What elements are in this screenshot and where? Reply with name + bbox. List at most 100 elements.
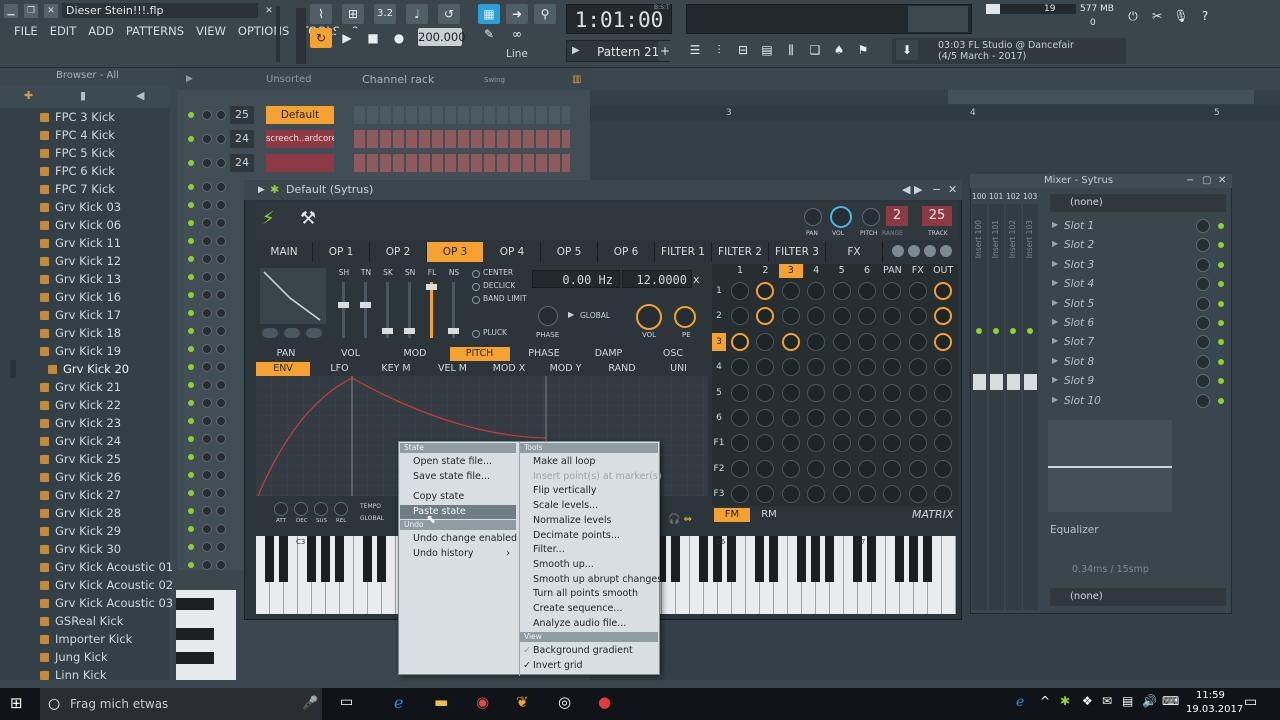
channel-name[interactable]: screech..ardcore (266, 130, 334, 148)
matrix-knob[interactable] (781, 459, 800, 478)
browser-item[interactable]: Grv Kick 25 (40, 450, 121, 468)
search-icon[interactable] (908, 245, 920, 257)
matrix-col-out[interactable]: OUT (931, 264, 955, 278)
matrix-knob[interactable] (832, 485, 851, 504)
rack-side-led[interactable] (188, 544, 194, 550)
matrix-knob[interactable] (883, 409, 902, 427)
channel-number[interactable]: 24 (230, 154, 254, 172)
matrix-knob[interactable] (781, 383, 800, 402)
white-key[interactable] (942, 536, 956, 614)
tab-op3[interactable]: OP 3 (427, 242, 484, 262)
rack-side-knob[interactable] (202, 380, 212, 390)
channel-knob[interactable] (202, 134, 212, 144)
browser-item[interactable]: Grv Kick 19 (40, 342, 121, 360)
option-label[interactable]: CENTER (483, 268, 513, 277)
matrix-knob[interactable] (908, 459, 927, 478)
rack-side-led[interactable] (188, 472, 194, 478)
headphones-icon[interactable]: 🎧 ⇔ (668, 514, 708, 526)
rack-side-knob[interactable] (216, 236, 226, 246)
matrix-knob[interactable] (883, 434, 902, 453)
channel-rack-icon[interactable]: ⊟ (732, 40, 754, 60)
matrix-knob[interactable] (807, 434, 826, 453)
env-tab-lfo[interactable]: LFO (313, 362, 367, 376)
black-key[interactable] (825, 536, 834, 582)
close-icon[interactable]: ✕ (44, 4, 58, 18)
tray-app-icon[interactable]: ✱ (1060, 694, 1070, 708)
menu-tool-item[interactable]: Make all loop (520, 455, 658, 469)
rack-side-knob[interactable] (216, 452, 226, 462)
mixer-window-icon[interactable]: ⫼ (780, 40, 802, 60)
rack-side-knob[interactable] (202, 560, 212, 570)
tab-op6[interactable]: OP 6 (598, 242, 655, 262)
rack-side-led[interactable] (188, 562, 194, 568)
rack-side-led[interactable] (188, 292, 194, 298)
option-radio[interactable] (472, 296, 480, 304)
network-icon[interactable]: ▤ (1122, 694, 1133, 708)
shape-filter-slider[interactable] (364, 282, 367, 338)
rack-side-knob[interactable] (202, 416, 212, 426)
menu-options[interactable]: OPTIONS (232, 22, 295, 40)
plug-icon[interactable]: ⚡ (262, 208, 275, 229)
menu-view[interactable]: VIEW (190, 22, 232, 40)
insert-fader[interactable] (1007, 374, 1020, 390)
link-icon[interactable]: ∞ (506, 24, 528, 44)
matrix-knob[interactable] (756, 409, 775, 427)
microphone-icon[interactable]: 🎙 (1170, 6, 1192, 26)
slot-led[interactable] (1218, 300, 1224, 307)
slot-arrow-icon[interactable]: ▶ (1052, 336, 1058, 345)
browser-item[interactable]: Grv Kick 27 (40, 486, 121, 504)
browser-item[interactable]: FPC 3 Kick (40, 108, 115, 126)
rack-side-knob[interactable] (202, 272, 212, 282)
step-sequencer[interactable] (354, 154, 570, 172)
menu-tool-item[interactable]: Smooth up abrupt changes (520, 573, 662, 587)
rack-side-led[interactable] (188, 436, 194, 442)
matrix-knob[interactable] (908, 409, 927, 427)
link-op-icon[interactable] (924, 245, 936, 257)
black-key[interactable] (671, 536, 680, 582)
track-value[interactable]: 25 (922, 206, 952, 226)
range-value[interactable]: 2 (886, 206, 908, 226)
matrix-col-2[interactable]: 2 (753, 264, 777, 278)
tab-filter1[interactable]: FILTER 1 (655, 242, 712, 262)
matrix-knob[interactable] (832, 434, 851, 453)
rack-side-led[interactable] (188, 310, 194, 316)
scissors-icon[interactable]: ✂ (1146, 6, 1168, 26)
mixer-icon[interactable]: ⫶ (708, 40, 730, 60)
matrix-knob[interactable] (807, 485, 826, 504)
menu-view-item[interactable]: Background gradient ✓ (520, 644, 658, 658)
browser-item[interactable]: Grv Kick Acoustic 03 (40, 594, 173, 612)
browser-item[interactable]: Grv Kick 22 (40, 396, 121, 414)
rack-side-knob[interactable] (216, 254, 226, 264)
matrix-row-5[interactable]: 5 (712, 384, 726, 402)
matrix-knob[interactable] (832, 282, 851, 300)
rack-side-knob[interactable] (216, 506, 226, 516)
matrix-knob[interactable] (908, 434, 927, 453)
matrix-knob[interactable] (731, 332, 749, 351)
mod-tab-vol[interactable]: VOL (321, 347, 381, 361)
rack-side-knob[interactable] (202, 326, 212, 336)
mixer-slot[interactable]: Slot 1 (1064, 218, 1204, 235)
title-close-icon[interactable]: ✕ (262, 4, 276, 18)
matrix-knob[interactable] (731, 282, 749, 300)
shape-filter-slider[interactable] (430, 282, 433, 338)
matrix-knob[interactable] (832, 307, 851, 326)
file-icon[interactable]: ▮ (80, 89, 86, 102)
blend-notes-icon[interactable]: 3.2 (374, 4, 396, 24)
option-label[interactable]: PLUCK (483, 328, 507, 337)
cortana-search[interactable]: ○ Frag mich etwas 🎤 (40, 688, 322, 720)
rack-side-knob[interactable] (202, 524, 212, 534)
fl-studio-icon[interactable]: ❦ (516, 693, 529, 711)
matrix-row-3[interactable]: 3 (712, 332, 726, 351)
slot-mix-knob[interactable] (1196, 316, 1210, 330)
matrix-knob[interactable] (731, 383, 749, 402)
matrix-col-pan[interactable]: PAN (880, 264, 904, 278)
next-preset-icon[interactable]: ▶ (914, 180, 922, 200)
rack-side-led[interactable] (188, 274, 194, 280)
browser-item[interactable]: Grv Kick 24 (40, 432, 121, 450)
matrix-col-3[interactable]: 3 (778, 264, 803, 278)
matrix-knob[interactable] (756, 358, 775, 377)
mod-tab-pan[interactable]: PAN (256, 347, 316, 361)
matrix-knob[interactable] (934, 332, 953, 351)
black-key[interactable] (867, 536, 876, 582)
matrix-knob[interactable] (807, 459, 826, 478)
